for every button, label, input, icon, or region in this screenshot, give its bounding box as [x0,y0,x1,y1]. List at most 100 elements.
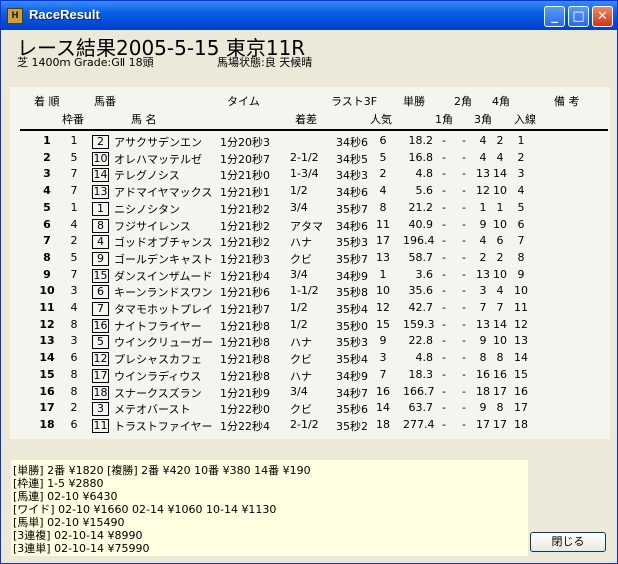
margin-cell: 1-1/2 [290,284,319,298]
horse-number-cell: 17 [92,368,109,383]
corner1-cell: - [442,217,446,231]
corner4-cell: 14 [493,167,507,181]
header-remarks: 備 考 [554,95,580,108]
rank-cell: 3 [43,167,51,181]
table-row: 18 6 11 トラストファイヤー 1分22秒4 2-1/2 35秒2 18 277.4- -17… [10,418,610,434]
horse-name-cell: アサクサデンエン [114,136,202,149]
frame-cell: 6 [70,417,78,431]
horse-number-cell: 8 [92,218,109,233]
table-row: 3 7 14 テレグノシス 1分21秒0 1-3/4 34秒3 2 4.8- -13 14 3 [10,167,610,183]
frame-cell: 7 [70,267,78,281]
corner3-cell: 1 [479,200,487,214]
horse-name-cell: トラストファイヤー [114,419,213,433]
title-bar[interactable]: H RaceResult _ □ ✕ [1,1,617,30]
frame-cell: 8 [70,317,78,331]
popularity-cell: 16 [376,384,390,398]
app-icon: H [7,8,23,24]
horse-name-cell: ニシノシタン [114,202,180,216]
corner3-cell: 9 [479,334,487,348]
table-row: 13 3 5 ウインクリューガー 1分21秒8 ハナ 35秒3 9 22.8- -9 10 13 [10,334,610,350]
corner3-cell: 13 [476,167,490,181]
corner1-cell: - [442,351,446,365]
corner1-cell: - [442,200,446,214]
corner4-cell: 10 [493,217,507,231]
odds-cell: 40.9 [408,217,434,231]
popularity-cell: 8 [379,200,387,214]
margin-cell: クビ [290,403,312,417]
corner1-cell: - [442,267,446,281]
popularity-cell: 15 [376,317,390,331]
header-win: 単勝 [403,95,425,108]
margin-cell: 3/4 [290,384,308,398]
horse-number-cell: 10 [92,151,109,166]
corner2-cell: - [462,417,466,431]
frame-cell: 7 [70,167,78,181]
table-row: 14 6 12 プレシャスカフェ 1分21秒8 クビ 35秒4 3 4.8- -8 8 14 [10,351,610,367]
race-info: 芝 1400ｍ Grade:GⅡ 18頭 [17,56,154,69]
popularity-cell: 12 [376,301,390,314]
rank-cell: 15 [39,367,55,381]
horse-name-cell: テレグノシス [114,169,180,183]
rank-cell: 18 [39,417,55,431]
finish-cell: 8 [517,250,525,264]
last3f-cell: 34秒5 [336,152,368,166]
popularity-cell: 2 [379,167,387,181]
popularity-cell: 1 [379,267,387,281]
table-row: 16 8 18 スナークスズラン 1分21秒9 3/4 34秒7 16 166.7- -18 17 1… [10,385,610,401]
rank-cell: 16 [39,384,55,398]
last3f-cell: 34秒3 [336,169,368,183]
odds-cell: 18.3 [408,367,434,381]
minimize-button[interactable]: _ [544,6,565,27]
time-cell: 1分22秒4 [220,419,270,433]
frame-cell: 8 [70,384,78,398]
odds-cell: 159.3 [403,317,435,331]
close-window-button[interactable]: ✕ [592,6,613,27]
corner4-cell: 10 [493,184,507,198]
rank-cell: 17 [39,401,55,415]
odds-cell: 4.8 [415,167,434,181]
corner1-cell: - [442,417,446,431]
close-button[interactable]: 閉じる [530,532,606,552]
corner3-cell: 12 [476,184,490,198]
maximize-button[interactable]: □ [568,6,589,27]
horse-name-cell: ダンスインザムード [114,269,213,283]
finish-cell: 11 [514,301,528,314]
horse-name-cell: ウインクリューガー [114,336,213,350]
corner3-cell: 2 [479,250,487,264]
popularity-cell: 11 [376,217,390,231]
time-cell: 1分21秒2 [220,236,270,250]
corner2-cell: - [462,351,466,365]
corner3-cell: 13 [476,267,490,281]
rank-cell: 14 [39,351,55,365]
finish-cell: 9 [517,267,525,281]
corner2-cell: - [462,167,466,181]
finish-cell: 13 [514,334,528,348]
horse-number-cell: 3 [92,402,109,417]
last3f-cell: 34秒7 [336,386,368,400]
header-horse-no: 馬番 [94,95,116,108]
popularity-cell: 9 [379,334,387,348]
horse-number-cell: 13 [92,185,109,200]
time-cell: 1分21秒6 [220,286,270,300]
last3f-cell: 35秒0 [336,319,368,333]
horse-name-cell: メテオバースト [114,403,191,417]
last3f-cell: 35秒7 [336,202,368,216]
margin-cell: ハナ [290,336,312,350]
last3f-cell: 35秒3 [336,336,368,350]
header-corner3: 3角 [474,113,492,126]
last3f-cell: 35秒6 [336,403,368,417]
odds-cell: 21.2 [408,200,434,214]
table-row: 17 2 3 メテオバースト 1分22秒0 クビ 35秒6 14 63.7- -9 8 17 [10,401,610,417]
horse-number-cell: 2 [92,135,109,149]
odds-cell: 277.4 [403,417,435,431]
corner1-cell: - [442,367,446,381]
rank-cell: 1 [43,134,51,147]
margin-cell: 1/2 [290,317,308,331]
corner1-cell: - [442,234,446,248]
corner1-cell: - [442,317,446,331]
corner2-cell: - [462,334,466,348]
horse-number-cell: 11 [92,418,109,433]
popularity-cell: 17 [376,234,390,248]
horse-number-cell: 1 [92,201,109,216]
header-frame: 枠番 [62,113,84,126]
